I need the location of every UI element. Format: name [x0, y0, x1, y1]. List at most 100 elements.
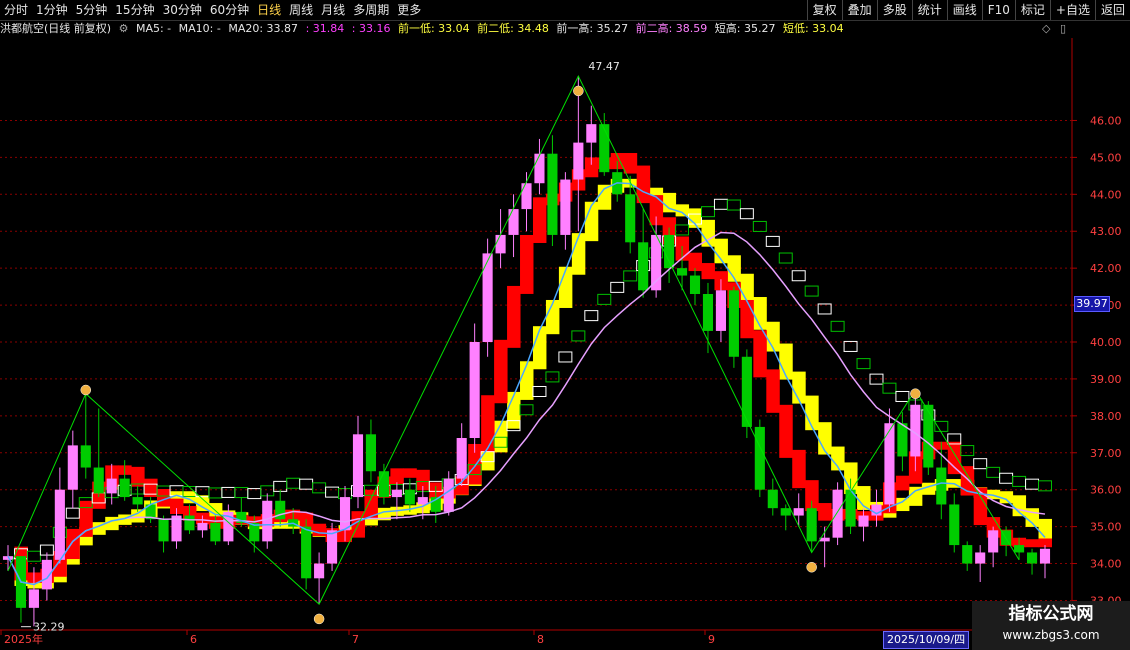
period-tab[interactable]: 多周期 [349, 0, 393, 20]
ladder-step [856, 358, 871, 370]
ladder-step [713, 198, 728, 210]
window-icon[interactable]: ▯ [1060, 20, 1066, 38]
red-band-segment [753, 330, 767, 378]
toolbar-button[interactable]: 复权 [806, 0, 842, 20]
ladder-step [299, 478, 314, 490]
prev-high-1: 前一高: 35.27 [556, 22, 629, 35]
y-tick-label: 46.00 [1090, 114, 1122, 127]
candle-body [1014, 545, 1025, 553]
candlestick-chart[interactable]: 46.0045.0044.0043.0042.0041.0040.0039.00… [0, 38, 1130, 650]
yellow-band-segment [105, 516, 119, 531]
signal-marker-icon [573, 85, 584, 97]
candle-body [339, 497, 351, 531]
period-tab[interactable]: 日线 [253, 0, 285, 20]
stock-title[interactable]: 洪都航空(日线 前复权) [0, 22, 111, 35]
ladder-step [325, 486, 340, 498]
period-tab[interactable]: 分时 [0, 0, 32, 20]
x-tick-label: 6 [190, 633, 197, 646]
toolbar-button[interactable]: 画线 [946, 0, 982, 20]
period-tab[interactable]: 月线 [317, 0, 349, 20]
yellow-band-segment [532, 326, 547, 370]
x-tick-label: 2025年 [4, 632, 43, 646]
candle-body [573, 142, 584, 180]
ladder-step [778, 252, 793, 264]
candle-body [975, 552, 986, 564]
candle-body [858, 515, 869, 527]
candle-body [806, 508, 817, 542]
candle-body [754, 426, 765, 490]
candle-body [988, 530, 999, 553]
diamond-icon[interactable]: ◇ [1042, 20, 1050, 38]
ladder-step [986, 466, 1001, 478]
ladder-step [700, 206, 715, 218]
candle-body [923, 404, 934, 468]
short-low: 短低: 33.04 [782, 22, 844, 35]
period-tab[interactable]: 1分钟 [32, 0, 72, 20]
yellow-band-segment [584, 201, 599, 242]
toolbar-right-buttons: 复权 叠加 多股 统计 画线 F10 标记 +自选 返回 [806, 0, 1130, 20]
y-tick-label: 43.00 [1090, 225, 1122, 238]
candle-body [625, 194, 636, 243]
ladder-step [597, 293, 612, 305]
ladder-step [882, 382, 897, 394]
candle-body [689, 275, 701, 294]
yellow-band-segment [1038, 518, 1052, 542]
ladder-step [752, 220, 767, 232]
signal-marker-icon [80, 384, 92, 396]
candle-body [793, 508, 804, 516]
ladder-step [312, 482, 327, 494]
toolbar-button[interactable]: 返回 [1094, 0, 1130, 20]
indicator-info-bar: 洪都航空(日线 前复权) ⚙ MA5: - MA10: - MA20: 33.8… [0, 20, 1130, 38]
toolbar-button[interactable]: 标记 [1014, 0, 1050, 20]
current-price-tag: 39.97 [1074, 296, 1110, 312]
candle-body [54, 489, 65, 560]
red-band-segment [403, 468, 417, 478]
toolbar-button[interactable]: 统计 [911, 0, 947, 20]
period-tab[interactable]: 更多 [393, 0, 425, 20]
ladder-step [532, 385, 547, 397]
prev-high-2: 前二高: 38.59 [635, 22, 708, 35]
candle-body [404, 489, 415, 505]
candle-body [93, 467, 104, 494]
candle-body [676, 268, 688, 276]
red-band-segment [520, 234, 534, 294]
red-band-segment [895, 475, 910, 491]
period-tab[interactable]: 5分钟 [72, 0, 112, 20]
settings-icon[interactable]: ⚙ [119, 22, 129, 35]
ladder-step [791, 270, 806, 282]
candle-body [560, 179, 571, 235]
period-tab[interactable]: 60分钟 [206, 0, 253, 20]
period-tab[interactable]: 30分钟 [159, 0, 206, 20]
y-tick-label: 45.00 [1090, 151, 1122, 164]
period-tab[interactable]: 周线 [285, 0, 317, 20]
x-tick-label: 8 [537, 633, 544, 646]
red-band-segment [818, 503, 832, 521]
candle-body [67, 445, 78, 490]
ladder-step [247, 488, 262, 500]
toolbar-button[interactable]: 叠加 [841, 0, 877, 20]
candle-body [482, 253, 493, 342]
candle-body [495, 234, 506, 254]
ladder-step [726, 199, 741, 211]
candle-body [832, 489, 843, 538]
period-tab[interactable]: 15分钟 [111, 0, 158, 20]
ladder-step [571, 330, 586, 342]
signal-marker-icon [313, 613, 325, 625]
toolbar-button[interactable]: +自选 [1049, 0, 1095, 20]
red-band-segment [390, 468, 404, 485]
red-band-segment [532, 197, 547, 243]
candle-body [728, 290, 739, 357]
candle-body [586, 124, 597, 143]
candle-body [327, 530, 338, 564]
toolbar-button[interactable]: F10 [981, 0, 1015, 20]
candle-body [443, 478, 454, 512]
toolbar-button[interactable]: 多股 [876, 0, 912, 20]
candle-body [456, 438, 467, 479]
ladder-step [545, 371, 560, 383]
x-tick-label: 9 [708, 633, 715, 646]
yellow-band-segment [779, 343, 793, 380]
candle-body [1039, 548, 1051, 564]
ma20-value: MA20: 33.87 [228, 22, 299, 35]
ladder-step [895, 390, 910, 402]
y-tick-label: 39.00 [1090, 373, 1122, 386]
